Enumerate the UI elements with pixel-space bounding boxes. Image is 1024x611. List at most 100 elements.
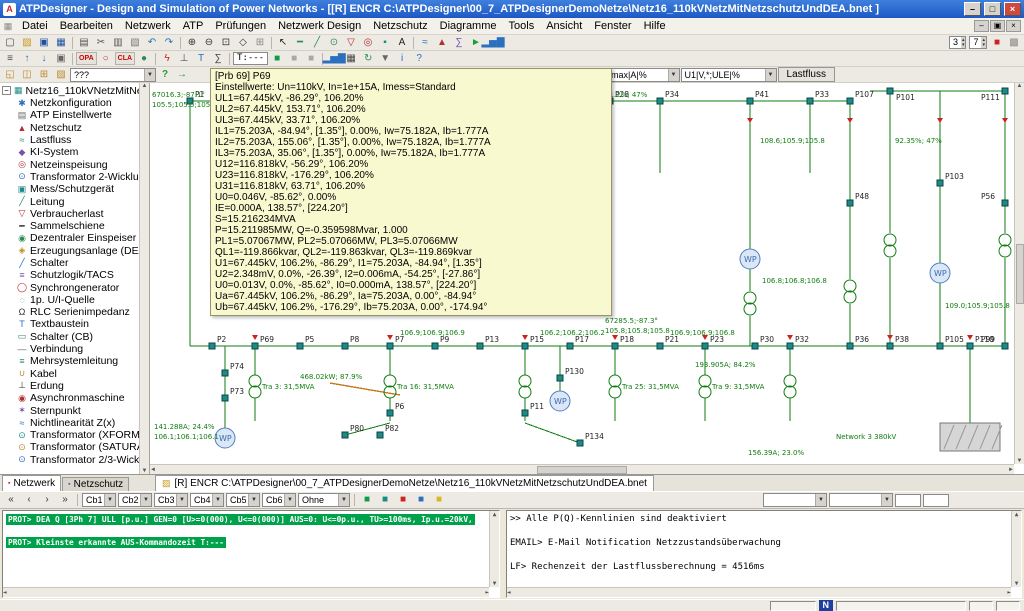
tree-toggle-icon[interactable]: ≡ [2,52,18,66]
mdi-minimize-button[interactable]: – [974,20,989,32]
measurement-icon[interactable]: ≈ [417,36,433,50]
zoom-fit-icon[interactable]: ⊡ [218,36,234,50]
scroll-up-icon[interactable]: ▲ [1017,83,1023,89]
lastfluss-button[interactable]: Lastfluss [778,67,835,82]
canvas-vertical-scrollbar[interactable]: ▲ ▼ [1014,83,1024,464]
chevron-down-icon[interactable]: ▼ [668,69,679,81]
scrollbar-thumb[interactable] [1016,244,1024,304]
menu-item-ansicht[interactable]: Ansicht [540,19,588,33]
tree-item-textbaustein[interactable]: TTextbaustein [2,318,139,330]
tree-item-mehrsystemleitung[interactable]: ≡Mehrsystemleitung [2,355,139,367]
tree-item-sammelschiene[interactable]: ━Sammelschiene [2,220,139,232]
chevron-down-icon[interactable]: ▼ [140,494,151,506]
tree-item-verbraucherlast[interactable]: ▽Verbraucherlast [2,208,139,220]
tab-netzwerk[interactable]: ▪ Netzwerk [2,475,61,491]
transformer-symbol[interactable] [784,386,796,398]
menu-item-fenster[interactable]: Fenster [588,19,637,33]
chevron-down-icon[interactable]: ▼ [144,69,155,81]
info-icon[interactable]: i [394,52,410,66]
spin-down-icon[interactable]: ▾ [982,43,985,48]
cb5-combo[interactable]: Cb5▼ [226,493,260,507]
spinner-2[interactable]: 7▴▾ [969,36,987,49]
tree-item-schalter-cb[interactable]: ▭Schalter (CB) [2,331,139,343]
console-vertical-scrollbar[interactable]: ▲ ▼ [1011,511,1021,587]
chevron-down-icon[interactable]: ▼ [815,494,826,506]
tree-item-mess-schutzgerät[interactable]: ▣Mess/Schutzgerät [2,183,139,195]
chevron-down-icon[interactable]: ▼ [338,494,349,506]
bus-node[interactable] [847,98,853,104]
bus-node[interactable] [577,440,583,446]
tree-item-schutzlogik-tacs[interactable]: ≡Schutzlogik/TACS [2,269,139,281]
transformer-symbol[interactable] [884,234,896,246]
minimize-button[interactable]: – [964,2,981,16]
transformer-symbol[interactable] [519,375,531,387]
menu-item-netzwerk-design[interactable]: Netzwerk Design [272,19,367,33]
tree-item-netzeinspeisung[interactable]: ◎Netzeinspeisung [2,158,139,170]
bus-node[interactable] [847,343,853,349]
transformer-symbol[interactable] [609,386,621,398]
earth-fault-icon[interactable]: ⊥ [176,52,192,66]
transformer-symbol[interactable] [784,375,796,387]
scroll-left-icon[interactable]: ◄ [150,467,156,473]
scroll-down-icon[interactable]: ▼ [1017,458,1023,464]
canvas-horizontal-scrollbar[interactable]: ◄ ► [150,464,1014,474]
bus-node[interactable] [557,375,563,381]
tree-item-erdung[interactable]: ⊥Erdung [2,380,139,392]
spinner-1[interactable]: 3▴▾ [949,36,967,49]
open-all-breakers-button[interactable]: OPA [76,52,97,65]
console-horizontal-scrollbar[interactable]: ◄ ► [3,587,489,597]
status-green-icon[interactable]: ■ [269,52,285,66]
window-grid-icon[interactable]: ⊞ [36,68,52,82]
favorites-icon[interactable]: ▨ [53,68,69,82]
transformer-symbol[interactable] [249,375,261,387]
bus-node[interactable] [702,343,708,349]
breaker-tool-icon[interactable]: ▪ [377,36,393,50]
scroll-right-icon[interactable]: ► [1008,467,1014,473]
transformer-symbol[interactable] [999,234,1011,246]
tree-item-asynchronmaschine[interactable]: ◉Asynchronmaschine [2,392,139,404]
cb1-combo[interactable]: Cb1▼ [82,493,116,507]
pan-icon[interactable]: ◇ [235,36,251,50]
bus-node[interactable] [387,343,393,349]
coord-y-field[interactable] [923,494,949,507]
tree-item-nichtlinearität-z-x[interactable]: ≈Nichtlinearität Z(x) [2,417,139,429]
bus-node[interactable] [522,343,528,349]
tree-item-erzeugungsanlage-dea[interactable]: ◈Erzeugungsanlage (DEA) [2,245,139,257]
transformer-symbol[interactable] [844,291,856,303]
maximize-button[interactable]: □ [984,2,1001,16]
close-all-breakers-button[interactable]: CLA [115,52,135,65]
menu-item-hilfe[interactable]: Hilfe [638,19,672,33]
window-tile-icon[interactable]: ◫ [19,68,35,82]
transformer-tool-icon[interactable]: ⊙ [326,36,342,50]
tree-item-ki-system[interactable]: ◆KI-System [2,146,139,158]
window-cascade-icon[interactable]: ◱ [2,68,18,82]
status-gray2-icon[interactable]: ■ [303,52,319,66]
message-console[interactable]: >> Alle P(Q)-Kennlinien sind deaktiviert… [506,510,1022,598]
tree-item-transformator-2-wicklun[interactable]: ⊙Transformator 2-Wicklun [2,171,139,183]
breaker-close-icon[interactable]: ● [136,52,152,66]
bus-node[interactable] [209,343,215,349]
bus-node[interactable] [807,98,813,104]
transformer-symbol[interactable] [884,245,896,257]
highlight-combo[interactable]: Ohne▼ [298,493,350,507]
console-vertical-scrollbar[interactable]: ▲ ▼ [489,511,499,587]
scroll-down-icon[interactable]: ▼ [1015,580,1019,587]
palette-icon[interactable]: ▩ [1006,36,1022,50]
view-combo-1[interactable]: ▼ [763,493,827,507]
cb2-combo[interactable]: Cb2▼ [118,493,152,507]
tree-item-synchrongenerator[interactable]: ◯Synchrongenerator [2,281,139,293]
bus-node[interactable] [387,410,393,416]
menu-item-tools[interactable]: Tools [503,19,541,33]
transformer-symbol[interactable] [999,245,1011,257]
bus-node[interactable] [297,343,303,349]
paste-icon[interactable]: ▧ [127,36,143,50]
filter-icon[interactable]: ▼ [377,52,393,66]
transformer-symbol[interactable] [744,303,756,315]
tree-item-verbindung[interactable]: —Verbindung [2,343,139,355]
lock-icon[interactable]: ▣ [53,52,69,66]
bus-node[interactable] [477,343,483,349]
go-button[interactable]: → [174,68,190,82]
marker-teal-icon[interactable]: ■ [377,493,393,507]
new-file-icon[interactable]: ▢ [2,36,18,50]
tree-item-1p-u-i-quelle[interactable]: ◌1p. U/I-Quelle [2,294,139,306]
